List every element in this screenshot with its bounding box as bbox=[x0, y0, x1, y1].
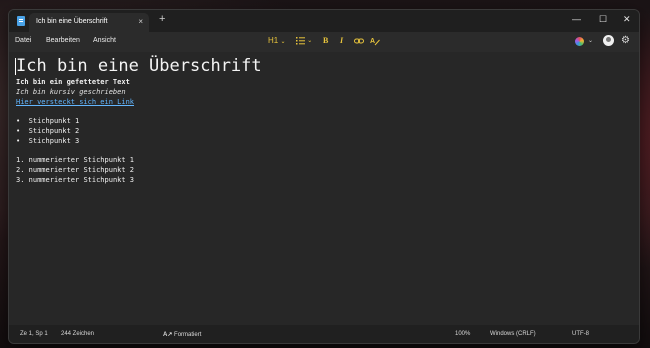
heading-dropdown[interactable]: H1 ⌄ bbox=[268, 36, 286, 45]
minimize-button[interactable]: — bbox=[572, 14, 581, 24]
number-prefix: 1. bbox=[16, 156, 25, 164]
bullet-glyph: • bbox=[16, 137, 21, 145]
tab-close-icon[interactable]: × bbox=[138, 17, 143, 26]
zoom-level[interactable]: 100% bbox=[455, 331, 470, 337]
document-heading: Ich bin eine Überschrift bbox=[16, 56, 262, 76]
maximize-button[interactable]: ☐ bbox=[599, 14, 607, 25]
notepad-window: Ich bin eine Überschrift × + — ☐ ✕ Datei… bbox=[8, 9, 640, 344]
list-item: • Stichpunkt 3 bbox=[16, 137, 80, 145]
format-mode[interactable]: A↗ Formatiert bbox=[163, 331, 201, 338]
editor-area[interactable]: Ich bin eine Überschrift Ich bin ein gef… bbox=[9, 52, 639, 324]
menu-bar: Datei Bearbeiten Ansicht H1 ⌄ ⌄ B I A ⌄ … bbox=[9, 32, 639, 52]
list-item: • Stichpunkt 2 bbox=[16, 127, 80, 135]
close-window-button[interactable]: ✕ bbox=[623, 14, 631, 25]
list-icon bbox=[296, 37, 305, 45]
format-mode-label: Formatiert bbox=[174, 332, 202, 338]
tab-title: Ich bin eine Überschrift bbox=[36, 18, 108, 25]
document-link[interactable]: Hier versteckt sich ein Link bbox=[16, 98, 134, 106]
line-ending[interactable]: Windows (CRLF) bbox=[490, 331, 536, 337]
avatar[interactable] bbox=[603, 35, 614, 46]
numbered-list-item: 3. nummerierter Stichpunkt 3 bbox=[16, 176, 135, 184]
heading-label: H1 bbox=[268, 36, 279, 45]
chevron-down-icon[interactable]: ⌄ bbox=[588, 37, 593, 44]
menu-bearbeiten[interactable]: Bearbeiten bbox=[46, 37, 80, 44]
notepad-app-icon bbox=[17, 16, 25, 26]
markdown-icon: A↗ bbox=[163, 332, 173, 338]
menu-ansicht[interactable]: Ansicht bbox=[93, 37, 116, 44]
menu-datei[interactable]: Datei bbox=[15, 37, 31, 44]
italic-text-line: Ich bin kursiv geschrieben bbox=[16, 88, 126, 96]
numbered-list-item: 1. nummerierter Stichpunkt 1 bbox=[16, 156, 135, 164]
bold-button[interactable]: B bbox=[323, 36, 328, 45]
bullet-glyph: • bbox=[16, 127, 21, 135]
character-count: 244 Zeichen bbox=[61, 331, 95, 337]
svg-text:A: A bbox=[370, 38, 375, 45]
tab-document[interactable]: Ich bin eine Überschrift × bbox=[29, 13, 149, 32]
bullet-glyph: • bbox=[16, 117, 21, 125]
title-bar: Ich bin eine Überschrift × + — ☐ ✕ bbox=[9, 10, 639, 32]
new-tab-button[interactable]: + bbox=[159, 13, 165, 25]
list-item: • Stichpunkt 1 bbox=[16, 117, 80, 125]
chevron-down-icon: ⌄ bbox=[280, 39, 286, 45]
list-dropdown[interactable]: ⌄ bbox=[296, 37, 312, 46]
link-button[interactable] bbox=[354, 37, 364, 47]
cursor-position[interactable]: Ze 1, Sp 1 bbox=[20, 331, 48, 337]
italic-button[interactable]: I bbox=[340, 36, 343, 45]
chevron-down-icon: ⌄ bbox=[307, 38, 313, 44]
encoding[interactable]: UTF-8 bbox=[572, 331, 589, 337]
numbered-list-item: 2. nummerierter Stichpunkt 2 bbox=[16, 166, 135, 174]
settings-gear-icon[interactable]: ⚙ bbox=[621, 35, 630, 46]
status-bar: Ze 1, Sp 1 244 Zeichen A↗ Formatiert 100… bbox=[9, 325, 639, 343]
clear-format-button[interactable]: A bbox=[370, 36, 380, 48]
bold-text-line: Ich bin ein gefetteter Text bbox=[16, 78, 130, 86]
number-prefix: 2. bbox=[16, 166, 25, 174]
copilot-icon[interactable] bbox=[575, 37, 584, 46]
link-icon bbox=[354, 38, 364, 44]
clear-format-icon: A bbox=[370, 38, 380, 46]
number-prefix: 3. bbox=[16, 176, 25, 184]
